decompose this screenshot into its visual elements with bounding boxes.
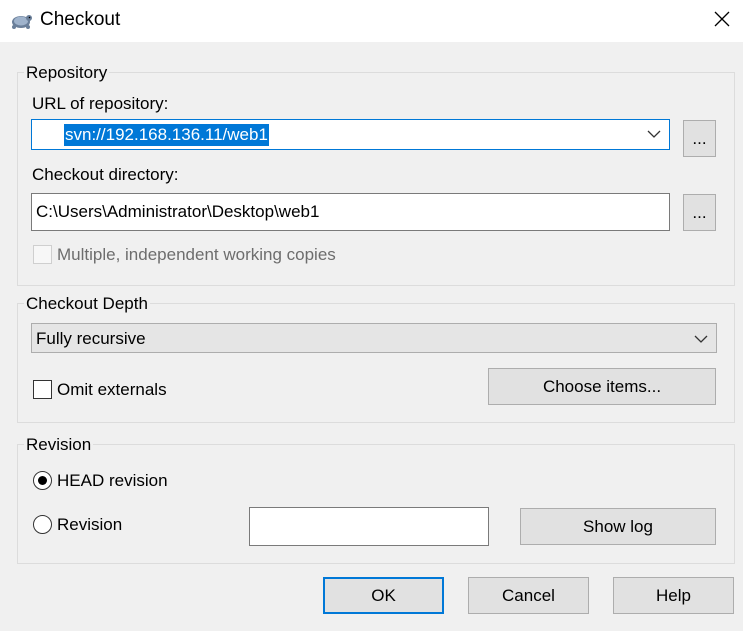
cancel-button[interactable]: Cancel bbox=[468, 577, 589, 614]
repository-group-label: Repository bbox=[24, 63, 110, 83]
choose-items-label: Choose items... bbox=[542, 376, 662, 396]
revision-group bbox=[17, 444, 735, 564]
url-input[interactable]: svn://192.168.136.11/web1 bbox=[64, 124, 269, 146]
multiple-working-copies-label: Multiple, independent working copies bbox=[57, 245, 336, 264]
help-label: Help bbox=[656, 585, 691, 605]
url-combobox[interactable]: svn://192.168.136.11/web1 bbox=[31, 119, 670, 150]
omit-externals-label: Omit externals bbox=[57, 380, 167, 399]
choose-items-button[interactable]: Choose items... bbox=[488, 368, 716, 405]
depth-selected: Fully recursive bbox=[36, 329, 146, 348]
checkout-depth-group bbox=[17, 303, 735, 423]
title-bar: Checkout bbox=[0, 0, 743, 42]
url-browse-label: ... bbox=[692, 128, 707, 148]
show-log-button[interactable]: Show log bbox=[520, 508, 716, 545]
head-revision-radio[interactable] bbox=[33, 471, 52, 490]
ok-label: OK bbox=[371, 585, 396, 605]
head-revision-label: HEAD revision bbox=[57, 471, 168, 490]
revision-label: Revision bbox=[57, 515, 123, 534]
close-button[interactable] bbox=[709, 6, 735, 32]
ok-button[interactable]: OK bbox=[323, 577, 444, 614]
close-icon bbox=[714, 11, 730, 27]
window-title: Checkout bbox=[40, 9, 121, 30]
chevron-down-icon[interactable] bbox=[647, 129, 661, 139]
revision-number-input[interactable] bbox=[249, 507, 489, 546]
revision-group-label: Revision bbox=[24, 435, 94, 455]
url-label: URL of repository: bbox=[32, 94, 169, 113]
chevron-down-icon bbox=[694, 335, 708, 343]
tortoise-icon bbox=[12, 15, 32, 29]
checkout-directory-field[interactable]: C:\Users\Administrator\Desktop\web1 bbox=[31, 193, 670, 231]
omit-externals-checkbox[interactable] bbox=[33, 380, 52, 399]
multiple-working-copies-checkbox[interactable] bbox=[33, 245, 52, 264]
depth-dropdown[interactable]: Fully recursive bbox=[31, 323, 717, 353]
directory-browse-button[interactable]: ... bbox=[683, 194, 716, 231]
checkout-depth-group-label: Checkout Depth bbox=[24, 294, 150, 314]
checkout-directory-value: C:\Users\Administrator\Desktop\web1 bbox=[36, 202, 320, 221]
revision-radio[interactable] bbox=[33, 515, 52, 534]
checkout-directory-label: Checkout directory: bbox=[32, 165, 179, 184]
show-log-label: Show log bbox=[583, 516, 653, 536]
cancel-label: Cancel bbox=[502, 585, 555, 605]
radio-selected-dot bbox=[38, 476, 47, 485]
directory-browse-label: ... bbox=[692, 202, 707, 222]
url-browse-button[interactable]: ... bbox=[683, 120, 716, 157]
help-button[interactable]: Help bbox=[613, 577, 734, 614]
